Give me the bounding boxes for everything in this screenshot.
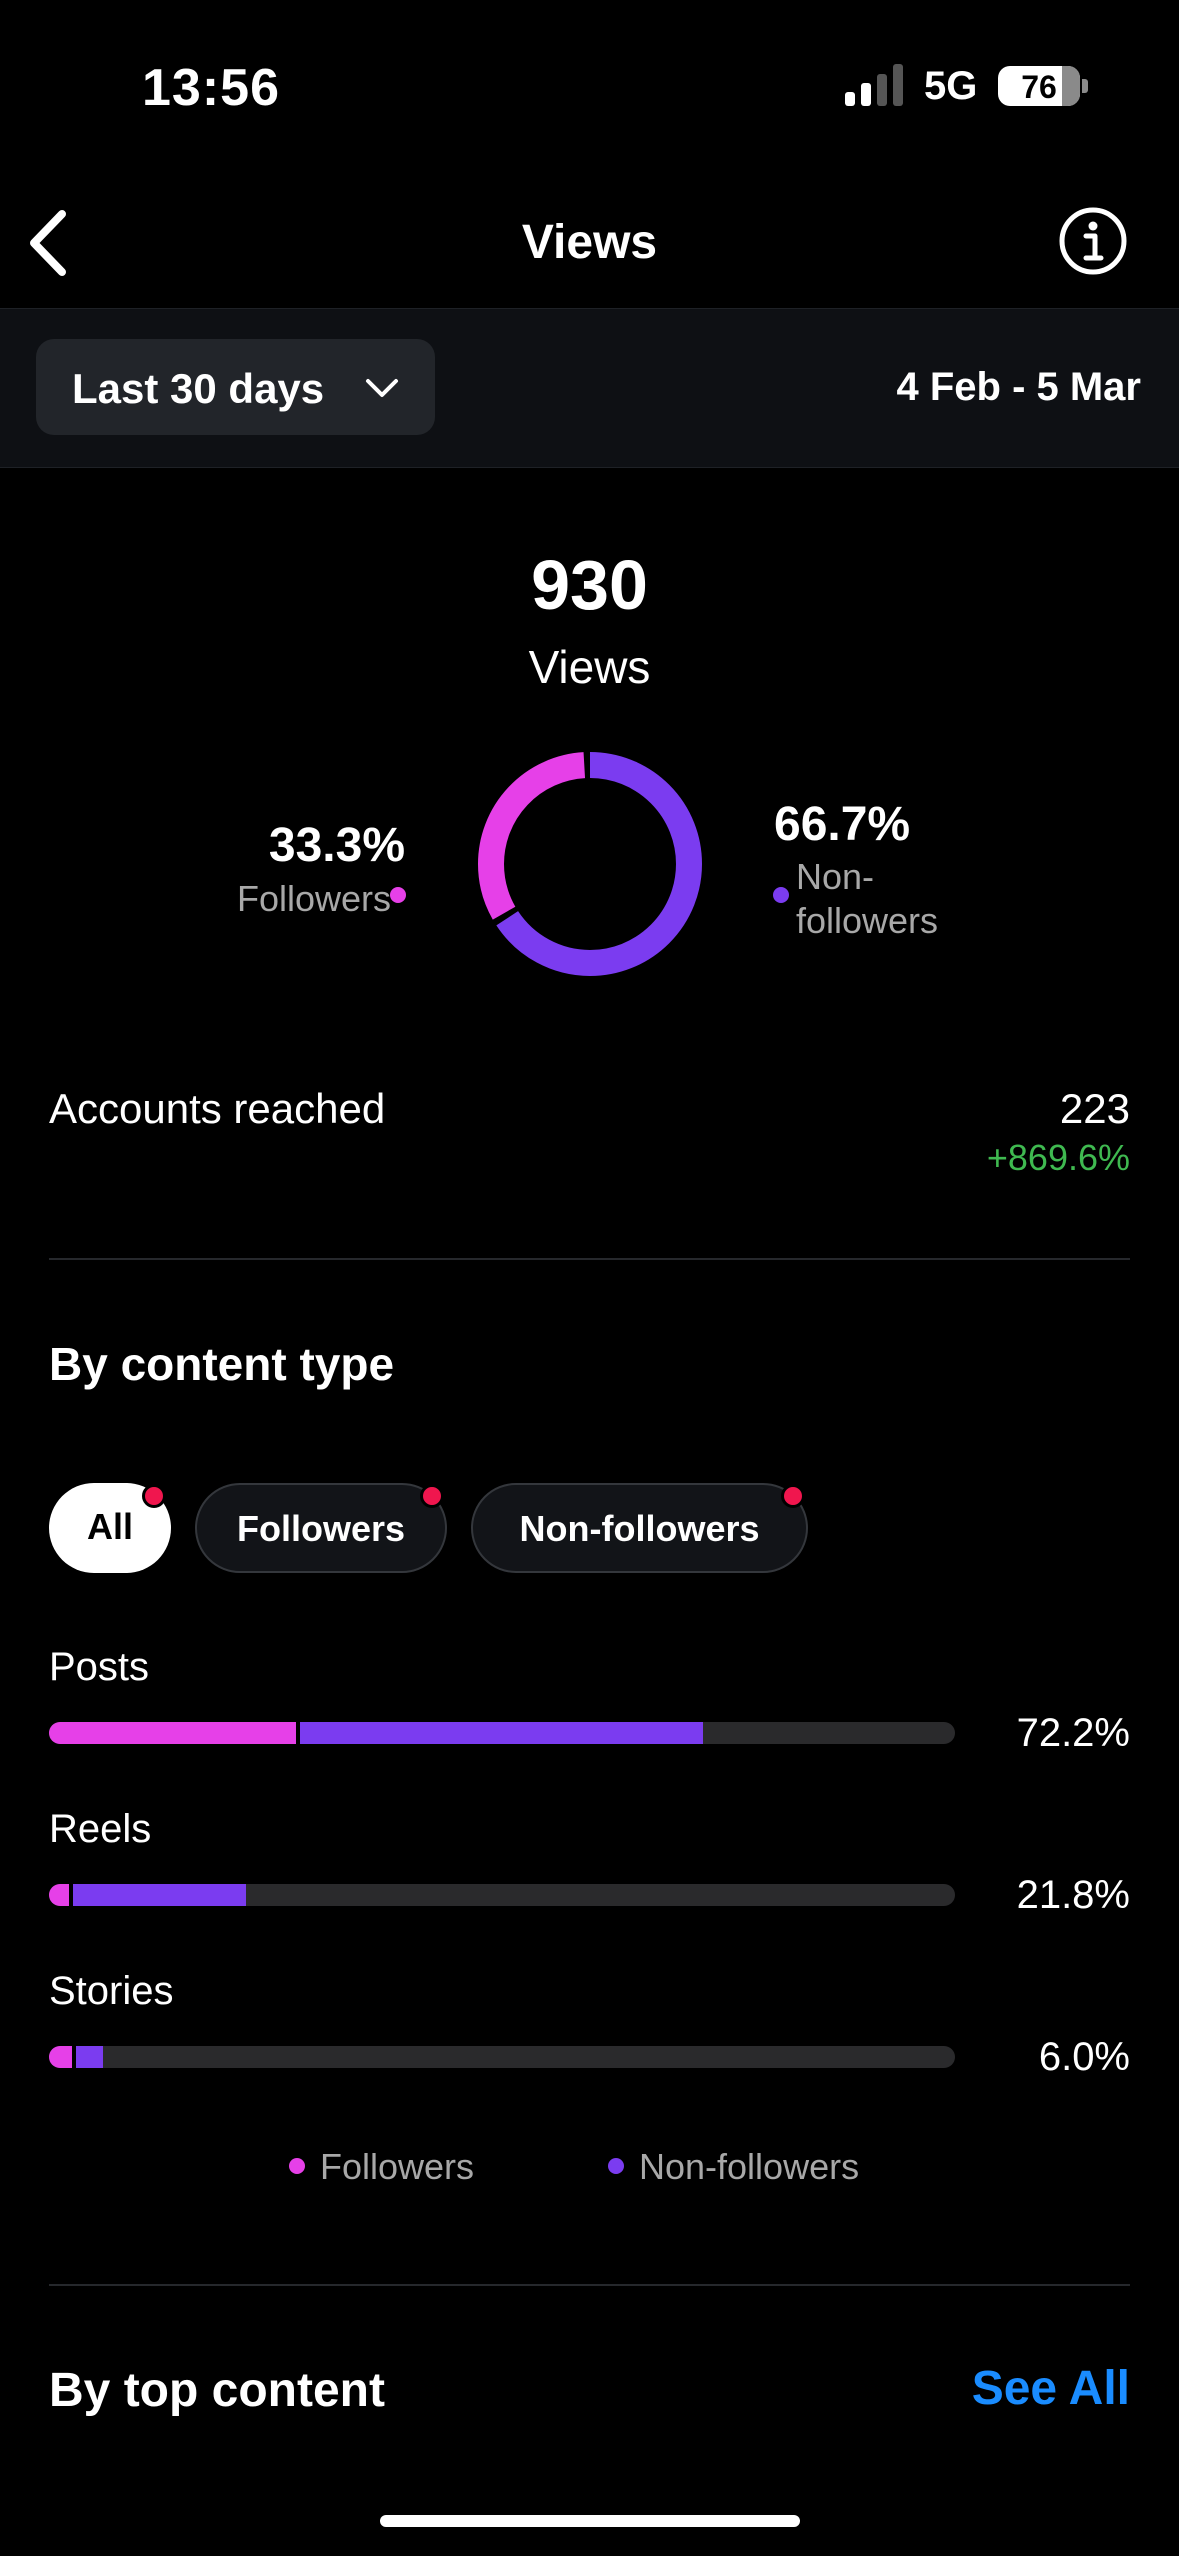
posts-label: Posts [49,1645,150,1689]
tab-non-followers-notification-dot [781,1484,805,1508]
battery-level: 76 [1021,69,1057,105]
reels-bar-followers [49,1884,73,1906]
see-all-link[interactable]: See All [972,2361,1130,2416]
followers-label: Followers [236,878,391,919]
date-range-text: 4 Feb - 5 Mar [896,365,1141,409]
stories-percent: 6.0% [1038,2035,1130,2079]
followers-dot [390,887,406,903]
audience-donut-chart [478,752,702,976]
stories-bar [49,2046,955,2068]
divider [49,1258,1130,1260]
chevron-down-icon [366,379,398,397]
top-content-heading: By top content [49,2364,385,2417]
posts-bar-non-followers [299,1722,704,1744]
total-views-value: 930 [531,546,648,624]
posts-bar [49,1722,955,1744]
divider [49,2284,1130,2286]
total-views-label: Views [528,641,651,693]
tab-followers-notification-dot [420,1484,444,1508]
accounts-reached-value: 223 [1059,1085,1130,1132]
reels-percent: 21.8% [1016,1873,1130,1917]
legend-followers-label: Followers [320,2146,475,2187]
non-followers-label: Non-followers [796,856,939,941]
posts-percent: 72.2% [1016,1711,1130,1755]
stories-label: Stories [49,1969,174,2013]
reels-label: Reels [49,1807,152,1851]
legend-non-followers-dot [608,2158,624,2174]
tab-all-notification-dot [142,1484,166,1508]
date-range-label: Last 30 days [72,365,325,412]
cellular-signal-icon [845,64,903,106]
tab-followers[interactable]: Followers [195,1483,447,1573]
tab-followers-label: Followers [236,1508,406,1549]
tab-non-followers[interactable]: Non-followers [471,1483,808,1573]
page-title: Views [521,216,658,269]
tab-non-followers-label: Non-followers [519,1508,760,1549]
home-indicator[interactable] [380,2515,800,2527]
followers-percent: 33.3% [268,819,405,872]
battery-tip [1082,79,1088,93]
stories-bar-followers [49,2046,77,2068]
legend-followers-dot [289,2158,305,2174]
reels-bar [49,1884,955,1906]
network-type: 5G [924,64,978,108]
content-type-heading: By content type [49,1338,395,1390]
accounts-reached-change: +869.6% [986,1137,1130,1178]
non-followers-dot [773,887,789,903]
battery-icon: 76 [998,66,1080,106]
non-followers-percent: 66.7% [774,798,911,851]
status-time: 13:56 [142,59,280,117]
legend-non-followers-label: Non-followers [639,2146,860,2187]
accounts-reached-label: Accounts reached [49,1085,386,1132]
reels-bar-non-followers [72,1884,247,1906]
posts-bar-followers [49,1722,300,1744]
tab-all-label: All [86,1506,133,1547]
info-icon[interactable] [1058,206,1128,276]
stories-bar-non-followers [76,2046,104,2068]
